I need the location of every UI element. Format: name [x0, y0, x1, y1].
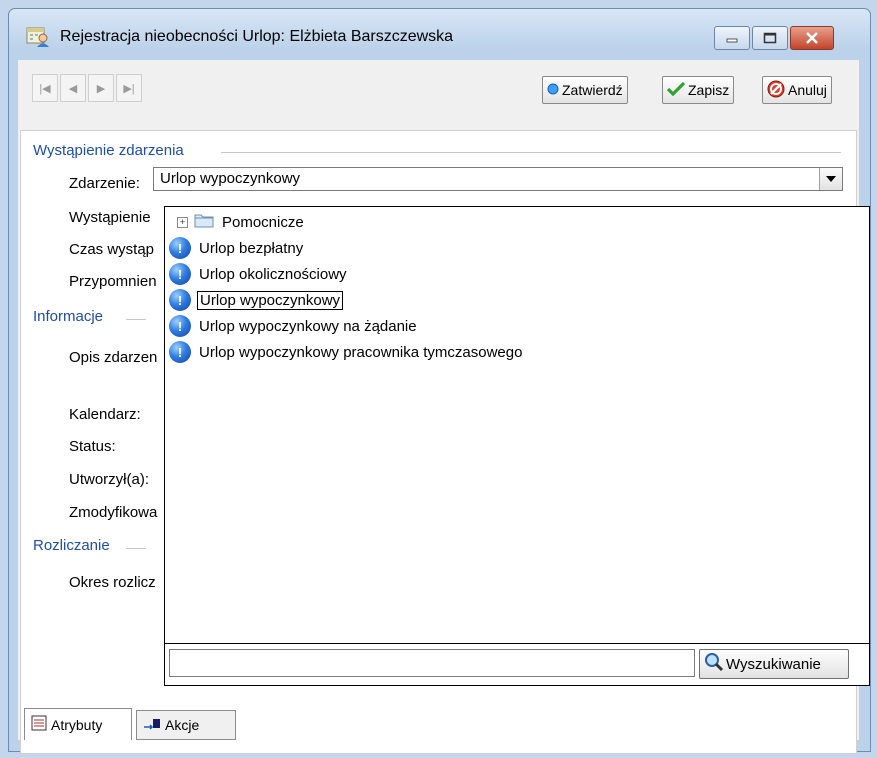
- tree-folder-item[interactable]: + Pomocnicze: [169, 209, 306, 235]
- calendar-user-icon: [26, 26, 50, 48]
- previous-record-button[interactable]: ◀: [60, 74, 86, 102]
- confirm-button[interactable]: Zatwierdź: [542, 76, 628, 104]
- maximize-button[interactable]: [752, 26, 788, 50]
- list-item[interactable]: ! Urlop okolicznościowy: [169, 261, 349, 287]
- time-label: Czas wystąp: [69, 241, 155, 258]
- search-input[interactable]: [169, 649, 695, 677]
- list-item-label: Urlop bezpłatny: [199, 239, 304, 257]
- occurrence-label: Wystąpienie: [69, 209, 151, 226]
- maximize-icon: [763, 32, 777, 44]
- event-combobox[interactable]: Urlop wypoczynkowy: [153, 167, 843, 191]
- section-header-settlement: Rozliczanie: [33, 537, 110, 554]
- section-divider: [221, 152, 841, 153]
- last-icon: ▶|: [123, 82, 135, 95]
- list-item-label: Urlop wypoczynkowy pracownika tymczasowe…: [199, 343, 523, 361]
- cancel-label: Anuluj: [788, 82, 827, 98]
- attributes-icon: [31, 715, 47, 734]
- event-label: Zdarzenie:: [69, 175, 140, 192]
- next-record-button[interactable]: ▶: [88, 74, 114, 102]
- folder-icon: [194, 212, 214, 232]
- close-icon: [806, 32, 818, 44]
- section-divider: [126, 548, 146, 549]
- list-item-label: Urlop wypoczynkowy na żądanie: [199, 317, 417, 335]
- minimize-icon: [726, 38, 738, 43]
- record-navigator: |◀ ◀ ▶ ▶|: [32, 74, 180, 104]
- modified-by-label: Zmodyfikowa: [69, 504, 158, 521]
- list-item[interactable]: ! Urlop wypoczynkowy pracownika tymczaso…: [169, 339, 524, 365]
- combo-dropdown-button[interactable]: [819, 168, 842, 190]
- created-by-label: Utworzył(a):: [69, 471, 150, 488]
- info-icon: !: [169, 341, 191, 363]
- save-button[interactable]: Zapisz: [662, 76, 735, 104]
- minimize-button[interactable]: [714, 26, 750, 50]
- calendar-label: Kalendarz:: [69, 406, 141, 423]
- save-label: Zapisz: [688, 82, 730, 98]
- tab-label: Akcje: [165, 717, 200, 733]
- info-icon: !: [169, 263, 191, 285]
- first-record-button[interactable]: |◀: [32, 74, 58, 102]
- checkmark-icon: [666, 81, 686, 99]
- list-item[interactable]: ! Urlop wypoczynkowy na żądanie: [169, 313, 419, 339]
- client-area: |◀ ◀ ▶ ▶| Zatwierdź Zapisz Anuluj Wystąp…: [18, 60, 870, 754]
- cancel-icon: [767, 80, 785, 101]
- close-button[interactable]: [790, 26, 834, 50]
- next-icon: ▶: [96, 82, 106, 95]
- dropdown-separator: [165, 643, 869, 644]
- info-icon: !: [169, 289, 191, 311]
- tab-attributes[interactable]: Atrybuty: [24, 708, 132, 740]
- application-window: Rejestracja nieobecności Urlop: Elżbieta…: [0, 0, 877, 758]
- section-header-occurrence: Wystąpienie zdarzenia: [33, 142, 184, 159]
- first-icon: |◀: [39, 82, 51, 95]
- info-icon: !: [169, 237, 191, 259]
- blue-dot-icon: [547, 82, 559, 98]
- window-title: Rejestracja nieobecności Urlop: Elżbieta…: [60, 28, 454, 45]
- tree-item-label: Pomocnicze: [222, 213, 304, 231]
- event-dropdown-list[interactable]: + Pomocnicze ! Urlop bezpłatny ! Urlop o…: [164, 206, 870, 686]
- tab-label: Atrybuty: [51, 716, 103, 733]
- reminder-label: Przypomnien: [69, 273, 157, 290]
- title-bar[interactable]: Rejestracja nieobecności Urlop: Elżbieta…: [18, 26, 859, 58]
- list-item-label: Urlop okolicznościowy: [199, 265, 347, 283]
- expand-icon[interactable]: +: [177, 216, 188, 228]
- list-item[interactable]: ! Urlop bezpłatny: [169, 235, 305, 261]
- previous-icon: ◀: [68, 82, 78, 95]
- description-label: Opis zdarzen: [69, 349, 158, 366]
- tab-actions[interactable]: Akcje: [136, 710, 236, 740]
- section-header-information: Informacje: [33, 308, 104, 325]
- search-button[interactable]: Wyszukiwanie: [699, 649, 849, 679]
- cancel-button[interactable]: Anuluj: [762, 76, 832, 104]
- search-button-label: Wyszukiwanie: [726, 655, 821, 673]
- actions-icon: [143, 717, 161, 734]
- toolbar: |◀ ◀ ▶ ▶| Zatwierdź Zapisz Anuluj: [18, 60, 859, 116]
- list-item-selected[interactable]: ! Urlop wypoczynkowy: [169, 287, 344, 313]
- event-combo-value: Urlop wypoczynkowy: [160, 170, 301, 187]
- chevron-down-icon: [826, 176, 836, 182]
- confirm-label: Zatwierdź: [562, 82, 623, 98]
- search-icon: [704, 652, 724, 676]
- last-record-button[interactable]: ▶|: [116, 74, 142, 102]
- status-label: Status:: [69, 438, 116, 455]
- section-divider: [126, 319, 146, 320]
- info-icon: !: [169, 315, 191, 337]
- settlement-period-label: Okres rozlicz: [69, 574, 156, 591]
- list-item-label: Urlop wypoczynkowy: [197, 290, 344, 310]
